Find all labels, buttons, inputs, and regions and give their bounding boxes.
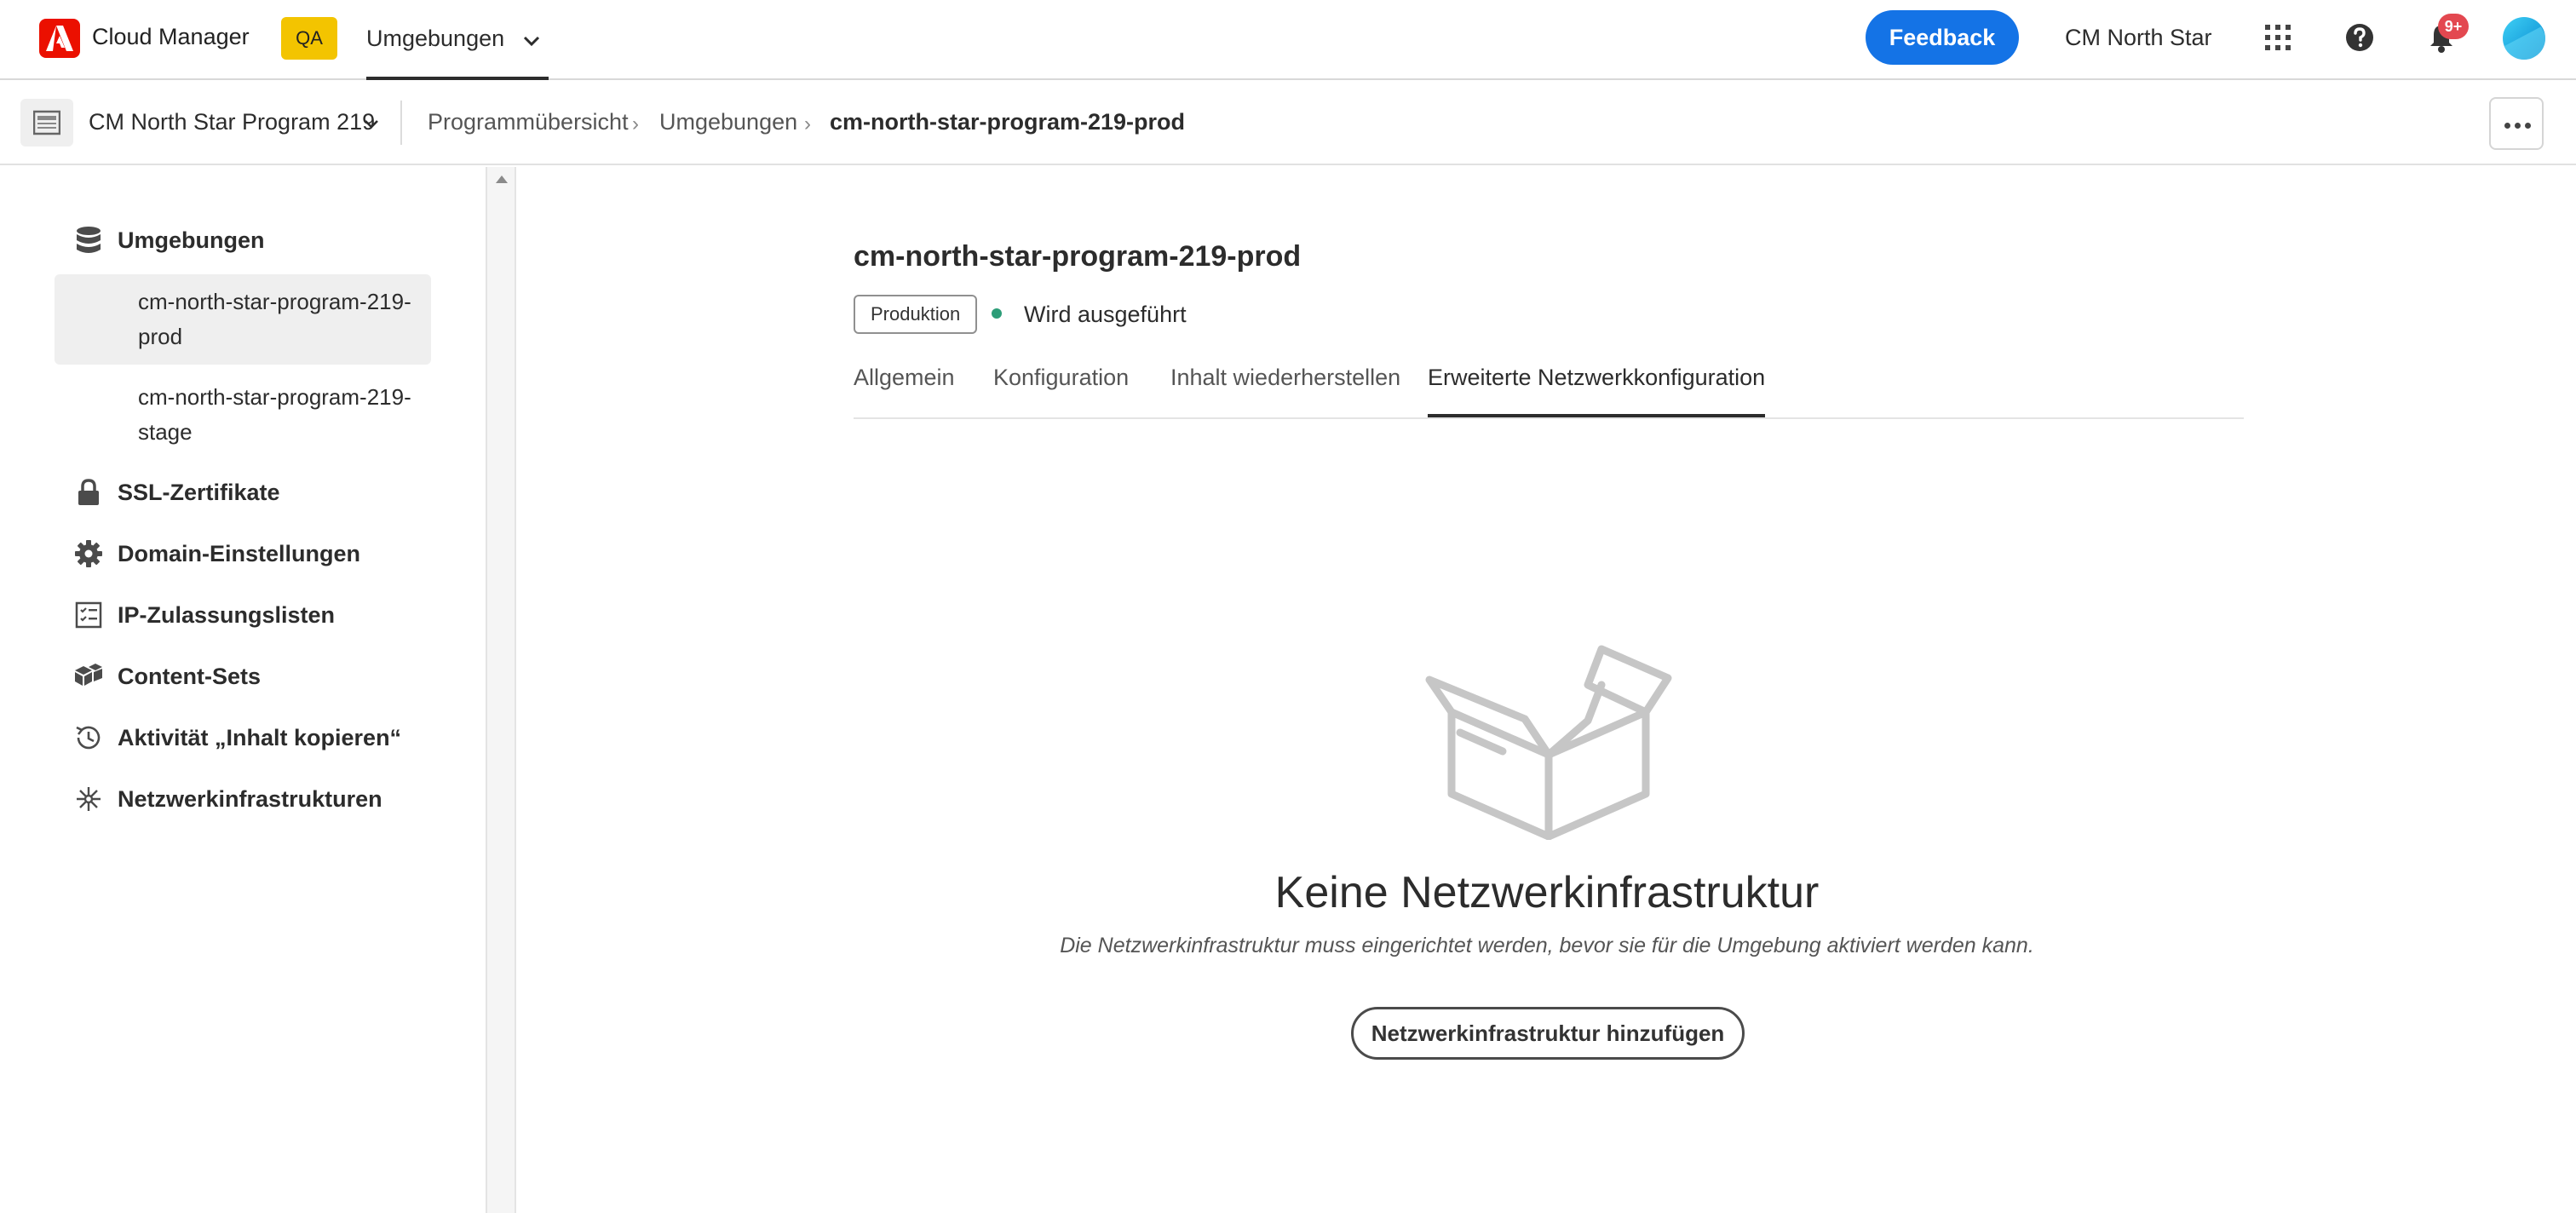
boxes-icon xyxy=(72,659,106,693)
page-title: cm-north-star-program-219-prod xyxy=(854,240,1302,273)
sidebar-item-network-infrastructures[interactable]: Netzwerkinfrastrukturen xyxy=(72,780,382,818)
checklist-icon xyxy=(72,598,106,632)
breadcrumb-separator: › xyxy=(632,112,639,135)
notification-count-badge: 9+ xyxy=(2438,14,2469,39)
program-icon[interactable] xyxy=(20,99,73,147)
more-dot xyxy=(2515,123,2521,129)
status-dot xyxy=(992,308,1002,319)
sidebar: Umgebungen cm-north-star-program-219-pro… xyxy=(0,167,486,1213)
sidebar-item-label: Domain-Einstellungen xyxy=(118,540,361,566)
add-network-infrastructure-button[interactable]: Netzwerkinfrastruktur hinzufügen xyxy=(1351,1007,1745,1060)
environment-badge: QA xyxy=(281,17,337,60)
nav-environments-label: Umgebungen xyxy=(366,26,505,51)
sidebar-env-label: cm-north-star-program-219-prod xyxy=(138,289,411,349)
sidebar-item-ip-allow-lists[interactable]: IP-Zulassungslisten xyxy=(72,596,335,634)
chevron-down-icon[interactable] xyxy=(361,114,382,135)
tab-configuration[interactable]: Konfiguration xyxy=(993,365,1129,417)
sidebar-item-label: IP-Zulassungslisten xyxy=(118,601,336,628)
tab-bar: Allgemein Konfiguration Inhalt wiederher… xyxy=(854,359,2244,419)
lock-icon xyxy=(72,475,106,509)
empty-box-icon xyxy=(1425,645,1672,840)
divider xyxy=(400,101,402,145)
breadcrumb-program-overview[interactable]: Programmübersicht xyxy=(428,109,629,135)
gear-icon xyxy=(72,537,106,571)
network-icon xyxy=(72,782,106,816)
environment-type-tag: Produktion xyxy=(854,295,978,334)
more-dot xyxy=(2504,123,2510,129)
empty-state-title: Keine Netzwerkinfrastruktur xyxy=(1274,868,1820,917)
program-selector[interactable]: CM North Star Program 219 xyxy=(89,109,375,135)
tab-restore-content[interactable]: Inhalt wiederherstellen xyxy=(1170,365,1400,417)
history-icon xyxy=(72,721,106,755)
tab-general[interactable]: Allgemein xyxy=(854,365,955,417)
sidebar-scrollbar[interactable] xyxy=(486,167,516,1213)
sidebar-item-domain-settings[interactable]: Domain-Einstellungen xyxy=(72,535,360,572)
tab-advanced-network-configuration[interactable]: Erweiterte Netzwerkkonfiguration xyxy=(1428,365,1766,417)
empty-state-description: Die Netzwerkinfrastruktur muss eingerich… xyxy=(1060,934,2034,957)
sidebar-env-label: cm-north-star-program-219-stage xyxy=(138,384,411,445)
sidebar-item-label: Netzwerkinfrastrukturen xyxy=(118,785,382,812)
more-dot xyxy=(2525,123,2531,129)
chevron-down-icon xyxy=(523,36,540,47)
breadcrumb-environments[interactable]: Umgebungen xyxy=(659,109,797,135)
sidebar-item-copy-content-activity[interactable]: Aktivität „Inhalt kopieren“ xyxy=(72,719,401,756)
app-name[interactable]: Cloud Manager xyxy=(92,24,250,50)
sidebar-item-label: Aktivität „Inhalt kopieren“ xyxy=(118,724,402,750)
sidebar-item-content-sets[interactable]: Content-Sets xyxy=(72,658,261,695)
sidebar-env-stage[interactable]: cm-north-star-program-219-stage xyxy=(55,370,431,460)
breadcrumb-separator: › xyxy=(804,112,811,135)
more-actions-button[interactable] xyxy=(2489,97,2544,150)
feedback-button[interactable]: Feedback xyxy=(1866,10,2019,65)
sidebar-item-label: SSL-Zertifikate xyxy=(118,479,280,505)
breadcrumb-current: cm-north-star-program-219-prod xyxy=(830,109,1186,135)
status-text: Wird ausgeführt xyxy=(1024,302,1187,327)
top-bar: Cloud Manager QA Umgebungen Feedback CM … xyxy=(0,0,2576,80)
sidebar-item-label: Content-Sets xyxy=(118,663,261,689)
apps-grid-icon[interactable] xyxy=(2261,20,2295,55)
database-icon xyxy=(72,223,106,257)
organization-name[interactable]: CM North Star xyxy=(2065,25,2212,51)
sidebar-item-label: Umgebungen xyxy=(118,227,265,253)
nav-environments[interactable]: Umgebungen xyxy=(366,0,549,80)
main-content: cm-north-star-program-219-prod Produktio… xyxy=(518,167,2576,1213)
avatar[interactable] xyxy=(2503,17,2545,60)
sidebar-env-prod[interactable]: cm-north-star-program-219-prod xyxy=(55,274,431,365)
sidebar-item-ssl-certificates[interactable]: SSL-Zertifikate xyxy=(72,474,280,511)
program-bar: CM North Star Program 219 Programmübersi… xyxy=(0,80,2576,165)
sidebar-item-environments[interactable]: Umgebungen xyxy=(72,221,265,259)
help-icon[interactable] xyxy=(2343,20,2377,55)
scroll-up-arrow-icon[interactable] xyxy=(496,175,508,183)
adobe-logo-icon[interactable] xyxy=(39,19,80,58)
